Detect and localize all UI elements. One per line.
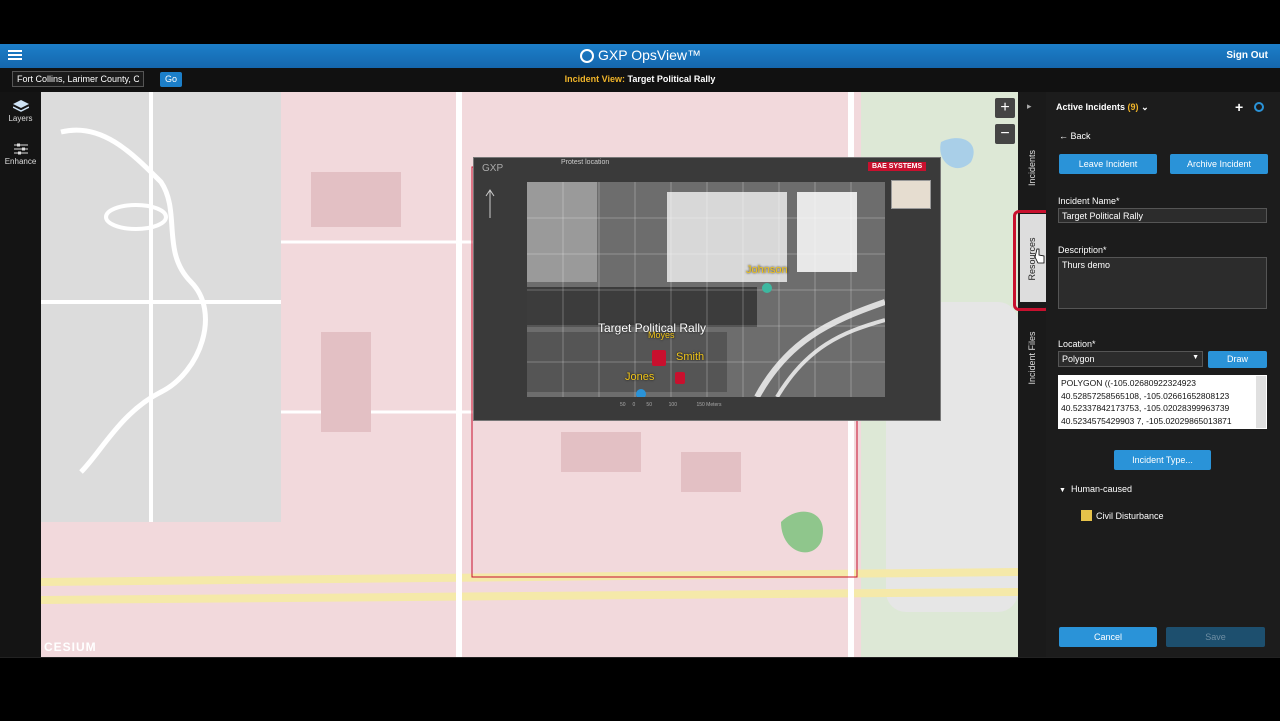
back-link[interactable]: ← Back (1059, 131, 1091, 141)
cesium-logo: CESIUM (44, 640, 97, 654)
north-arrow-icon (485, 189, 495, 218)
tab-incident-files[interactable]: Incident Files (1018, 325, 1046, 395)
incident-view-label: Incident View: (564, 74, 625, 84)
polygon-line: 40.52857258565108, -105.02661652808123 (1061, 390, 1230, 401)
overlay-title: Protest location (561, 159, 610, 166)
incident-view-name: Target Political Rally (627, 74, 716, 84)
zoom-in-button[interactable]: + (995, 98, 1015, 118)
overlay-gxp-logo: GXP (482, 163, 504, 174)
description-label: Description* (1058, 245, 1107, 255)
category-human-caused[interactable]: ▼ Human-caused (1059, 484, 1132, 494)
expand-caret-icon: ▼ (1059, 487, 1066, 494)
draw-button[interactable]: Draw (1208, 351, 1267, 368)
resource-label: Johnson (746, 264, 788, 276)
collapse-panel-icon[interactable]: ▸ (1027, 101, 1032, 112)
cancel-button[interactable]: Cancel (1059, 627, 1157, 647)
resource-label: Moyes (648, 330, 675, 340)
incident-type-button[interactable]: Incident Type... (1114, 450, 1211, 470)
polygon-line: POLYGON ((-105.02680922324923 (1061, 378, 1196, 388)
type-civil-disturbance[interactable]: Civil Disturbance (1096, 511, 1164, 521)
enhance-sliders-icon (13, 143, 28, 155)
incident-count: (9) (1127, 102, 1139, 112)
layers-tool[interactable]: Layers (0, 100, 41, 123)
refresh-icon[interactable] (1254, 102, 1264, 112)
location-label: Location* (1058, 339, 1096, 349)
polygon-line: 40.52337842173753, -105.02028399963739 (1061, 403, 1230, 413)
sign-out-link[interactable]: Sign Out (1226, 50, 1268, 61)
incident-name-field[interactable]: Target Political Rally (1058, 208, 1267, 223)
dropdown-arrow-icon: ▼ (1192, 354, 1199, 361)
enhance-label: Enhance (4, 157, 37, 166)
layers-icon (12, 100, 29, 112)
gxp-logo-icon (580, 49, 594, 63)
add-incident-icon[interactable]: + (1235, 99, 1243, 115)
bottom-strip (0, 657, 1280, 721)
overlay-scale-bar: 50 0 50 100 150 Meters (620, 402, 722, 408)
resource-label: Jones (625, 371, 655, 383)
incident-name-label: Incident Name* (1058, 196, 1120, 206)
hamburger-menu-icon[interactable] (8, 48, 22, 62)
zoom-out-button[interactable]: − (995, 124, 1015, 144)
aerial-image (527, 182, 885, 397)
polygon-line: 40.5234575429903 7, -105.02029865013871 (1061, 415, 1232, 426)
civil-disturbance-icon (1081, 510, 1092, 521)
active-incidents-header[interactable]: Active Incidents (9) ⌄ (1056, 102, 1149, 113)
overlay-minimap (891, 180, 931, 209)
resource-label: Smith (676, 351, 705, 363)
incident-view-title: Incident View: Target Political Rally (0, 74, 1280, 84)
save-button[interactable]: Save (1166, 627, 1265, 647)
chevron-down-icon: ⌄ (1141, 102, 1149, 112)
leave-incident-button[interactable]: Leave Incident (1059, 154, 1157, 174)
archive-incident-button[interactable]: Archive Incident (1170, 154, 1268, 174)
tool-column (0, 92, 41, 657)
layers-label: Layers (8, 114, 33, 123)
app-title: GXP OpsView™ (580, 47, 701, 63)
enhance-tool[interactable]: Enhance (0, 143, 41, 166)
tab-incidents[interactable]: Incidents (1018, 145, 1046, 195)
location-type-select[interactable]: Polygon ▼ (1058, 351, 1203, 367)
back-arrow-icon: ← (1059, 131, 1068, 141)
polygon-scrollbar[interactable] (1256, 376, 1266, 428)
mouse-cursor-icon (1034, 248, 1045, 264)
bae-systems-logo: BAE SYSTEMS (868, 162, 927, 171)
polygon-coordinates-textarea[interactable]: POLYGON ((-105.02680922324923 40.5285725… (1058, 375, 1267, 429)
description-textarea[interactable]: Thurs demo (1058, 257, 1267, 309)
